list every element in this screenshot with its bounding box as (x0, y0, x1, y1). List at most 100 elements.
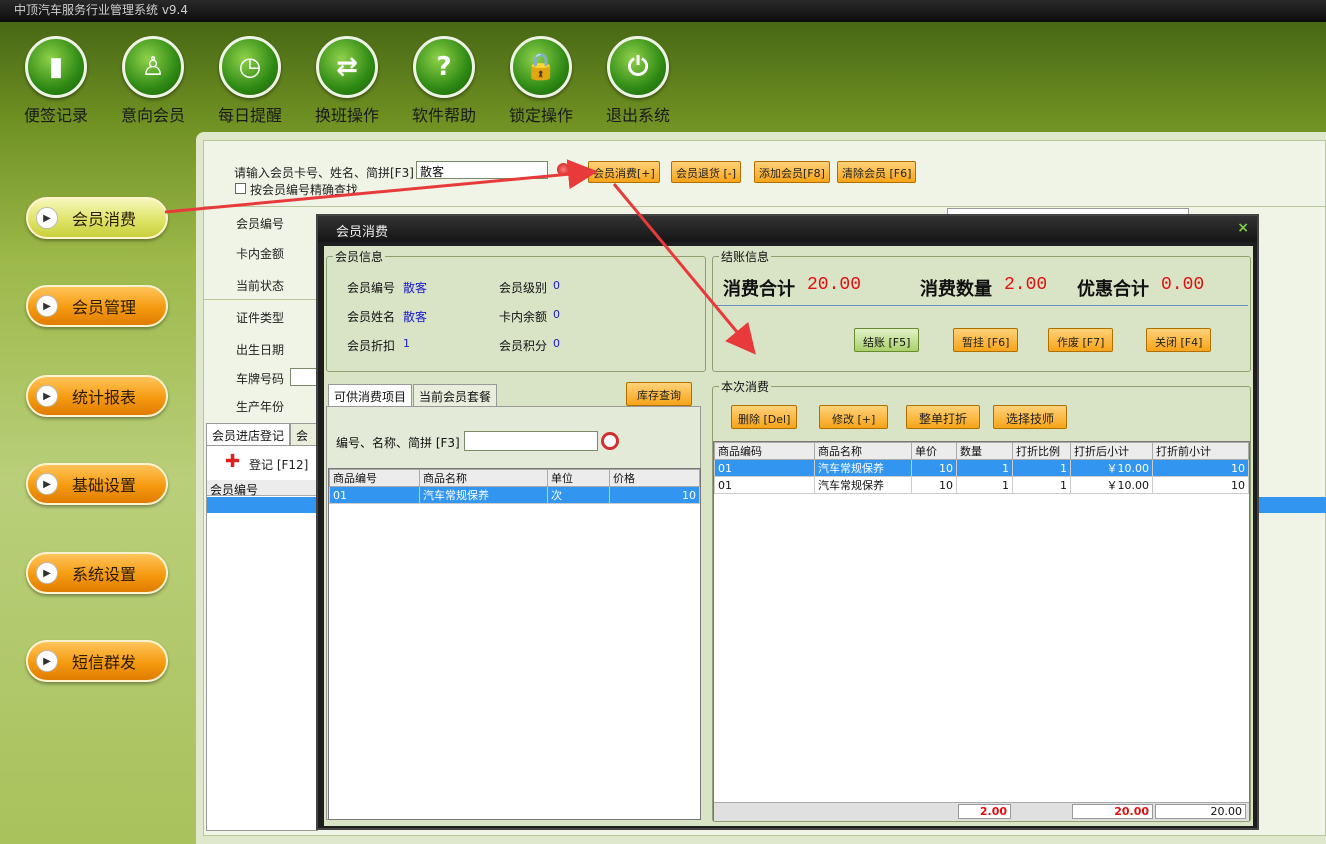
item-search-input[interactable] (464, 431, 598, 451)
nav-item-2[interactable]: ▶ 统计报表 (26, 375, 168, 417)
member-no-label: 会员编号 (347, 281, 396, 295)
toolbar-button[interactable]: ♙ 意向会员 (109, 36, 197, 126)
sum-qty: 2.00 (958, 804, 1011, 819)
current-consume-group: 本次消费 删除 [Del] 修改 [+] 整单打折 选择技师 商品编码 商品名称单… (712, 378, 1251, 822)
play-icon: ▶ (36, 473, 58, 495)
stock-query-button[interactable]: 库存查询 (626, 382, 692, 406)
window-title: 中顶汽车服务行业管理系统 v9.4 (14, 3, 189, 17)
member-consume-button[interactable]: 会员消费[+] (588, 161, 660, 183)
edit-button[interactable]: 修改 [+] (819, 405, 889, 429)
column-header[interactable]: 打折后小计 (1070, 442, 1153, 460)
table-cell: 1 (956, 459, 1013, 477)
table-cell: 10 (911, 459, 957, 477)
nav-item-0[interactable]: ▶ 会员消费 (26, 197, 168, 239)
nav-label: 统计报表 (72, 388, 137, 407)
nav-item-1[interactable]: ▶ 会员管理 (26, 285, 168, 327)
nav-item-5[interactable]: ▶ 短信群发 (26, 640, 168, 682)
add-member-button[interactable]: 添加会员[F8] (754, 161, 830, 183)
search-icon[interactable] (557, 163, 570, 176)
table-row[interactable]: 01 汽车常规保养 10 1 1 ￥10.00 10 (714, 459, 1249, 477)
table-cell: 汽车常规保养 (419, 486, 548, 504)
hold-button[interactable]: 暂挂 [F6] (953, 328, 1019, 352)
table-cell: 1 (1012, 476, 1071, 494)
close-button[interactable]: 关闭 [F4] (1146, 328, 1212, 352)
table-cell: ￥10.00 (1070, 459, 1153, 477)
table-row[interactable]: 01 汽车常规保养 10 1 1 ￥10.00 10 (714, 476, 1249, 494)
toolbar-button[interactable]: 🔒 锁定操作 (497, 36, 585, 126)
qty-value: 2.00 (1004, 275, 1048, 295)
table-row[interactable]: 01 汽车常规保养次 10 (329, 486, 700, 504)
table-cell: 01 (329, 486, 420, 504)
title-bar: 中顶汽车服务行业管理系统 v9.4 (0, 0, 1326, 22)
field-status: 当前状态 (236, 279, 285, 293)
exact-search-checkbox[interactable] (235, 183, 246, 194)
tab-member-other[interactable]: 会员 (290, 423, 318, 460)
toolbar-label: 换班操作 (314, 106, 379, 125)
delete-button[interactable]: 删除 [Del] (731, 405, 798, 429)
table-cell: 10 (911, 476, 957, 494)
discount-all-button[interactable]: 整单打折 (906, 405, 981, 429)
column-header[interactable]: 商品编码 (714, 442, 815, 460)
member-level-value: 0 (553, 279, 560, 292)
toolbar-label: 退出系统 (605, 106, 670, 125)
column-header[interactable]: 商品名称 (814, 442, 912, 460)
nav-label: 基础设置 (72, 476, 137, 495)
column-header[interactable]: 价格 (609, 469, 700, 487)
tab-consumable-items[interactable]: 可供消费项目 (328, 384, 413, 406)
toolbar-label: 软件帮助 (411, 106, 476, 125)
close-icon[interactable]: × (1237, 220, 1249, 236)
register-button[interactable]: 登记 [F12] (249, 456, 308, 473)
plate-input[interactable] (290, 368, 317, 386)
toolbar-button[interactable]: ⏻ 退出系统 (594, 36, 682, 126)
table-cell: 汽车常规保养 (814, 476, 912, 494)
column-header[interactable]: 单位 (547, 469, 610, 487)
pay-button[interactable]: 结账 [F5] (854, 328, 920, 352)
nav-label: 会员管理 (72, 298, 137, 317)
play-icon: ▶ (36, 385, 58, 407)
member-discount-label: 会员折扣 (347, 339, 396, 353)
column-header[interactable]: 商品编号 (329, 469, 420, 487)
dialog-title-bar: 会员消费 (318, 216, 1257, 242)
table-row[interactable] (207, 497, 317, 513)
table-cell: 10 (609, 486, 700, 504)
tab-member-packages[interactable]: 当前会员套餐 (413, 384, 498, 406)
member-balance-label: 卡内余额 (499, 310, 548, 324)
search-icon[interactable] (601, 432, 619, 450)
select-technician-button[interactable]: 选择技师 (993, 405, 1068, 429)
divider (203, 299, 316, 300)
toolbar-button[interactable]: ◷ 每日提醒 (206, 36, 294, 126)
plus-icon[interactable]: ✚ (225, 453, 240, 471)
divider (715, 305, 1248, 306)
total-label: 消费合计 (723, 279, 795, 300)
nav-item-3[interactable]: ▶ 基础设置 (26, 463, 168, 505)
column-header[interactable]: 数量 (956, 442, 1013, 460)
table-cell: 10 (1152, 459, 1249, 477)
field-card-balance: 卡内金额 (236, 247, 285, 261)
column-header[interactable]: 单价 (911, 442, 957, 460)
toolbar-label: 每日提醒 (217, 106, 282, 125)
clear-member-button[interactable]: 清除会员 [F6] (837, 161, 917, 183)
member-balance-value: 0 (553, 308, 560, 321)
toolbar-button[interactable]: ▮ 便签记录 (12, 36, 100, 126)
toolbar-button[interactable]: ⇄ 换班操作 (303, 36, 391, 126)
consume-dialog: 会员消费 × 会员信息 会员编号 散客 会员级别 0 会员姓名 散客 卡内余额 … (316, 214, 1259, 830)
lock-icon: 🔒 (510, 36, 572, 98)
column-header[interactable]: 打折前小计 (1152, 442, 1249, 460)
search-label: 请输入会员卡号、姓名、简拼[F3] (234, 166, 414, 180)
member-name-value: 散客 (403, 310, 428, 324)
power-icon: ⏻ (607, 36, 669, 98)
tab-store-register[interactable]: 会员进店登记 (206, 423, 291, 445)
items-grid: 商品编号 商品名称 单位 价格 01 汽车常规保养次 10 (328, 468, 701, 820)
column-header[interactable]: 商品名称 (419, 469, 548, 487)
member-refund-button[interactable]: 会员退货 [-] (671, 161, 742, 183)
member-search-input[interactable]: 散客 (416, 161, 548, 179)
toolbar-label: 意向会员 (120, 106, 185, 125)
toolbar-button[interactable]: ? 软件帮助 (400, 36, 488, 126)
alarm-clock-icon: ◷ (219, 36, 281, 98)
help-icon: ? (413, 36, 475, 98)
nav-item-4[interactable]: ▶ 系统设置 (26, 552, 168, 594)
column-header[interactable]: 打折比例 (1012, 442, 1071, 460)
void-button[interactable]: 作废 [F7] (1048, 328, 1114, 352)
table-cell: 01 (714, 476, 815, 494)
table-row[interactable] (1259, 497, 1326, 513)
